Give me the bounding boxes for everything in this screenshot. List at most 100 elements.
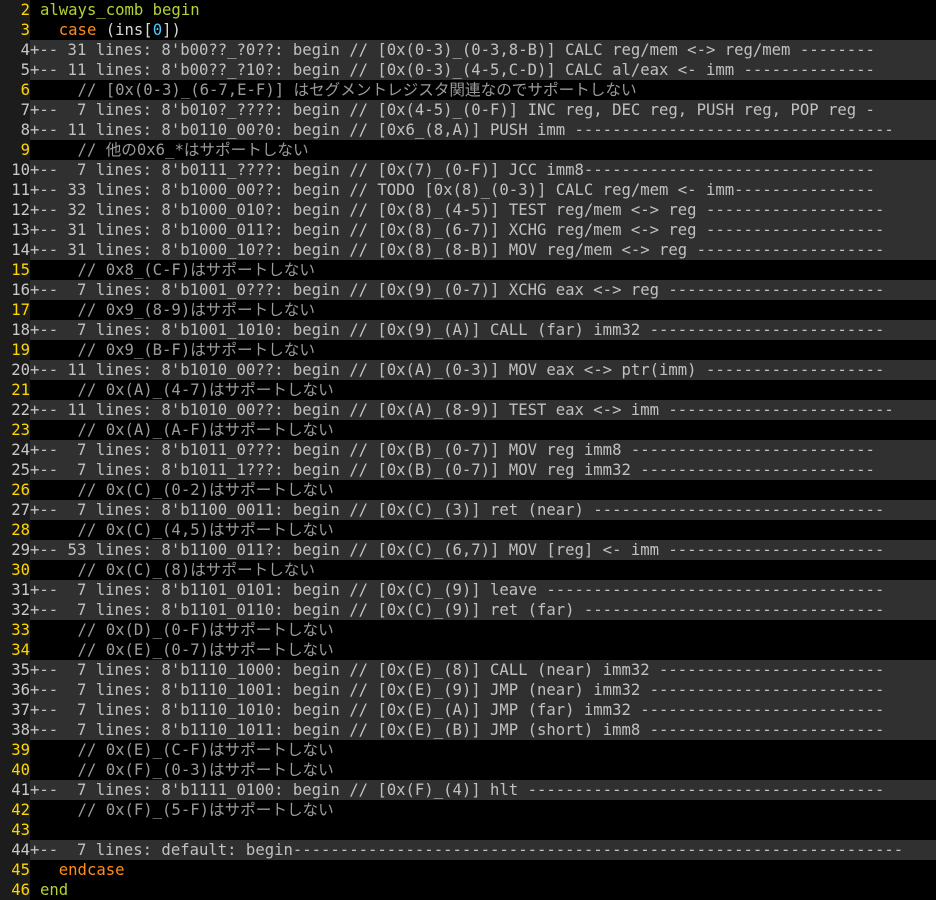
- fold-summary: +-- 11 lines: 8'b00??_?10?: begin // [0x…: [30, 60, 936, 80]
- line-number: 21: [0, 380, 30, 400]
- code-line[interactable]: 21 // 0x(A)_(4-7)はサポートしない: [0, 380, 936, 400]
- folded-line[interactable]: 18 +-- 7 lines: 8'b1001_1010: begin // [0…: [0, 320, 936, 340]
- code-line[interactable]: 17 // 0x9_(8-9)はサポートしない: [0, 300, 936, 320]
- line-number: 39: [0, 740, 30, 760]
- folded-line[interactable]: 35 +-- 7 lines: 8'b1110_1000: begin // [0…: [0, 660, 936, 680]
- folded-line[interactable]: 25 +-- 7 lines: 8'b1011_1???: begin // [0…: [0, 460, 936, 480]
- comment-token: // 0x(C)_(4,5)はサポートしない: [40, 521, 334, 539]
- code-line[interactable]: 3 case (ins[0]): [0, 20, 936, 40]
- folded-line[interactable]: 22 +-- 11 lines: 8'b1010_00??: begin // […: [0, 400, 936, 420]
- folded-line[interactable]: 29 +-- 53 lines: 8'b1100_011?: begin // […: [0, 540, 936, 560]
- comment-token: // 0x(F)_(5-F)はサポートしない: [40, 801, 334, 819]
- code-text: // 0x8_(C-F)はサポートしない: [30, 260, 936, 280]
- code-line[interactable]: 9 // 他の0x6_*はサポートしない: [0, 140, 936, 160]
- line-number: 33: [0, 620, 30, 640]
- fold-summary: +-- 32 lines: 8'b1000_010?: begin // [0x…: [30, 200, 936, 220]
- fold-summary: +-- 7 lines: 8'b1101_0101: begin // [0x(…: [30, 580, 936, 600]
- code-line[interactable]: 34 // 0x(E)_(0-7)はサポートしない: [0, 640, 936, 660]
- line-number: 25: [0, 460, 30, 480]
- line-number: 36: [0, 680, 30, 700]
- line-number: 11: [0, 180, 30, 200]
- code-line[interactable]: 45 endcase: [0, 860, 936, 880]
- folded-line[interactable]: 11 +-- 33 lines: 8'b1000_00??: begin // T…: [0, 180, 936, 200]
- line-number: 34: [0, 640, 30, 660]
- code-line[interactable]: 30 // 0x(C)_(8)はサポートしない: [0, 560, 936, 580]
- code-text: // 0x9_(B-F)はサポートしない: [30, 340, 936, 360]
- code-text: // 0x(F)_(0-3)はサポートしない: [30, 760, 936, 780]
- folded-line[interactable]: 10 +-- 7 lines: 8'b0111_????: begin // [0…: [0, 160, 936, 180]
- folded-line[interactable]: 20 +-- 11 lines: 8'b1010_00??: begin // […: [0, 360, 936, 380]
- line-number: 2: [0, 0, 30, 20]
- line-number: 46: [0, 880, 30, 900]
- code-line[interactable]: 15 // 0x8_(C-F)はサポートしない: [0, 260, 936, 280]
- code-text: // 0x(A)_(A-F)はサポートしない: [30, 420, 936, 440]
- line-number: 15: [0, 260, 30, 280]
- code-text: // [0x(0-3)_(6-7,E-F)] はセグメントレジスタ関連なのでサポ…: [30, 80, 936, 100]
- line-number: 4: [0, 40, 30, 60]
- code-line[interactable]: 33 // 0x(D)_(0-F)はサポートしない: [0, 620, 936, 640]
- code-token: ]): [162, 21, 181, 39]
- line-number: 17: [0, 300, 30, 320]
- editor-buffer[interactable]: 2 always_comb begin 3 case (ins[0]) 4 +-- 31…: [0, 0, 936, 900]
- comment-token: // 0x(A)_(4-7)はサポートしない: [40, 381, 334, 399]
- code-text: // 0x(C)_(4,5)はサポートしない: [30, 520, 936, 540]
- folded-line[interactable]: 7 +-- 7 lines: 8'b010?_????: begin // [0x…: [0, 100, 936, 120]
- folded-line[interactable]: 13 +-- 31 lines: 8'b1000_011?: begin // […: [0, 220, 936, 240]
- code-line[interactable]: 40 // 0x(F)_(0-3)はサポートしない: [0, 760, 936, 780]
- line-number: 41: [0, 780, 30, 800]
- code-line[interactable]: 23 // 0x(A)_(A-F)はサポートしない: [0, 420, 936, 440]
- code-line[interactable]: 19 // 0x9_(B-F)はサポートしない: [0, 340, 936, 360]
- fold-summary: +-- 7 lines: 8'b1101_0110: begin // [0x(…: [30, 600, 936, 620]
- comment-token: // 0x(E)_(C-F)はサポートしない: [40, 741, 334, 759]
- folded-line[interactable]: 27 +-- 7 lines: 8'b1100_0011: begin // [0…: [0, 500, 936, 520]
- code-line[interactable]: 39 // 0x(E)_(C-F)はサポートしない: [0, 740, 936, 760]
- folded-line[interactable]: 8 +-- 11 lines: 8'b0110_00?0: begin // [0…: [0, 120, 936, 140]
- fold-summary: +-- 11 lines: 8'b1010_00??: begin // [0x…: [30, 360, 936, 380]
- folded-line[interactable]: 37 +-- 7 lines: 8'b1110_1010: begin // [0…: [0, 700, 936, 720]
- comment-token: // 0x(E)_(0-7)はサポートしない: [40, 641, 334, 659]
- code-line[interactable]: 6 // [0x(0-3)_(6-7,E-F)] はセグメントレジスタ関連なので…: [0, 80, 936, 100]
- fold-summary: +-- 11 lines: 8'b0110_00?0: begin // [0x…: [30, 120, 936, 140]
- fold-summary: +-- 7 lines: 8'b1110_1010: begin // [0x(…: [30, 700, 936, 720]
- comment-token: // 0x(C)_(0-2)はサポートしない: [40, 481, 334, 499]
- folded-line[interactable]: 44 +-- 7 lines: default: begin-----------…: [0, 840, 936, 860]
- keyword-token: case: [58, 21, 97, 39]
- line-number: 43: [0, 820, 30, 840]
- fold-summary: +-- 7 lines: default: begin-------------…: [30, 840, 936, 860]
- folded-line[interactable]: 32 +-- 7 lines: 8'b1101_0110: begin // [0…: [0, 600, 936, 620]
- folded-line[interactable]: 38 +-- 7 lines: 8'b1110_1011: begin // [0…: [0, 720, 936, 740]
- folded-line[interactable]: 5 +-- 11 lines: 8'b00??_?10?: begin // [0…: [0, 60, 936, 80]
- line-number: 18: [0, 320, 30, 340]
- fold-summary: +-- 31 lines: 8'b1000_011?: begin // [0x…: [30, 220, 936, 240]
- comment-token: // 0x(D)_(0-F)はサポートしない: [40, 621, 334, 639]
- line-number: 23: [0, 420, 30, 440]
- folded-line[interactable]: 31 +-- 7 lines: 8'b1101_0101: begin // [0…: [0, 580, 936, 600]
- code-line[interactable]: 26 // 0x(C)_(0-2)はサポートしない: [0, 480, 936, 500]
- line-number: 19: [0, 340, 30, 360]
- code-line[interactable]: 46 end: [0, 880, 936, 900]
- code-text: // 0x(E)_(0-7)はサポートしない: [30, 640, 936, 660]
- code-text: // 0x(D)_(0-F)はサポートしない: [30, 620, 936, 640]
- comment-token: // 0x8_(C-F)はサポートしない: [40, 261, 315, 279]
- code-line[interactable]: 43: [0, 820, 936, 840]
- folded-line[interactable]: 14 +-- 31 lines: 8'b1000_10??: begin // […: [0, 240, 936, 260]
- code-line[interactable]: 28 // 0x(C)_(4,5)はサポートしない: [0, 520, 936, 540]
- code-text: always_comb begin: [30, 0, 936, 20]
- folded-line[interactable]: 12 +-- 32 lines: 8'b1000_010?: begin // […: [0, 200, 936, 220]
- keyword-token: always_comb begin: [40, 1, 200, 19]
- line-number: 26: [0, 480, 30, 500]
- fold-summary: +-- 33 lines: 8'b1000_00??: begin // TOD…: [30, 180, 936, 200]
- line-number: 44: [0, 840, 30, 860]
- line-number: 38: [0, 720, 30, 740]
- folded-line[interactable]: 41 +-- 7 lines: 8'b1111_0100: begin // [0…: [0, 780, 936, 800]
- folded-line[interactable]: 24 +-- 7 lines: 8'b1011_0???: begin // [0…: [0, 440, 936, 460]
- folded-line[interactable]: 36 +-- 7 lines: 8'b1110_1001: begin // [0…: [0, 680, 936, 700]
- folded-line[interactable]: 4 +-- 31 lines: 8'b00??_?0??: begin // [0…: [0, 40, 936, 60]
- comment-token: // 0x(A)_(A-F)はサポートしない: [40, 421, 334, 439]
- folded-line[interactable]: 16 +-- 7 lines: 8'b1001_0???: begin // [0…: [0, 280, 936, 300]
- code-line[interactable]: 2 always_comb begin: [0, 0, 936, 20]
- fold-summary: +-- 7 lines: 8'b1110_1000: begin // [0x(…: [30, 660, 936, 680]
- code-line[interactable]: 42 // 0x(F)_(5-F)はサポートしない: [0, 800, 936, 820]
- code-text: case (ins[0]): [30, 20, 936, 40]
